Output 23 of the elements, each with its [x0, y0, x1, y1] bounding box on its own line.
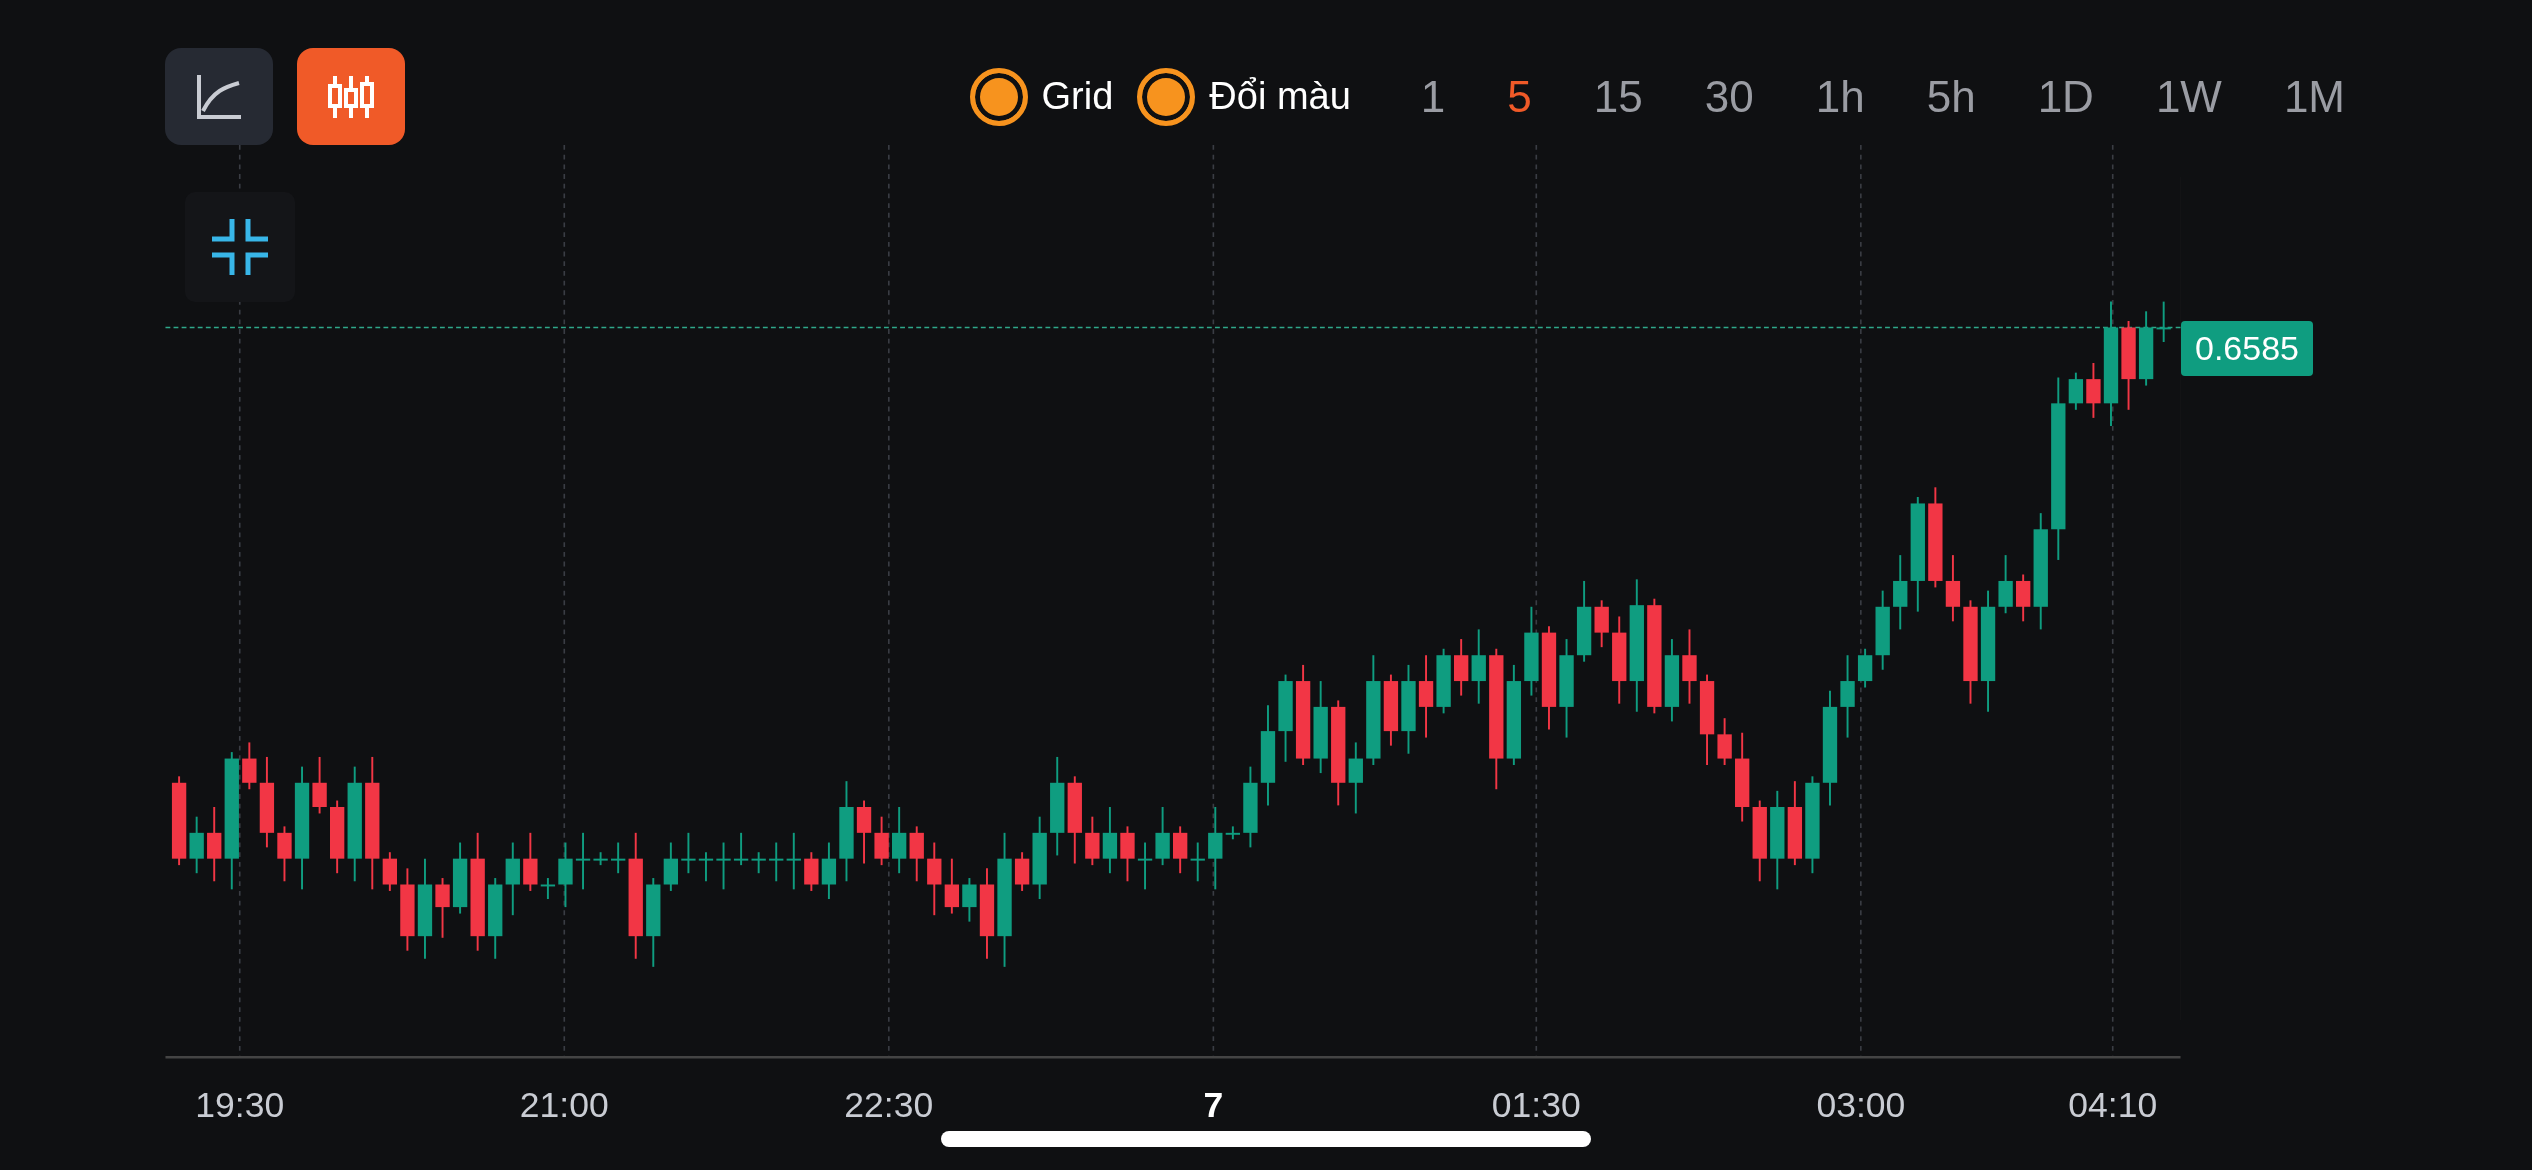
- collapse-icon[interactable]: [185, 192, 295, 302]
- time-label: 03:00: [1816, 1085, 1906, 1125]
- time-label: 21:00: [519, 1085, 609, 1125]
- interval-tab[interactable]: 15: [1593, 63, 1643, 130]
- time-label: 01:30: [1491, 1085, 1581, 1125]
- line-chart-icon: [195, 72, 243, 121]
- candlestick-button[interactable]: [297, 48, 405, 145]
- toggle-option[interactable]: Đổi màu: [1137, 67, 1351, 126]
- interval-tab[interactable]: 1M: [2283, 63, 2345, 130]
- interval-tab[interactable]: 30: [1704, 63, 1754, 130]
- line-chart-button[interactable]: [165, 48, 273, 145]
- time-label: 04:10: [2068, 1085, 2158, 1125]
- interval-tab[interactable]: 1: [1420, 63, 1446, 130]
- toggle-option[interactable]: Grid: [969, 67, 1114, 126]
- price-tag: 0.6585: [2181, 321, 2313, 376]
- interval-tab[interactable]: 5: [1507, 63, 1532, 130]
- interval-tab[interactable]: 1W: [2155, 63, 2222, 130]
- time-label: 7: [1203, 1085, 1224, 1125]
- time-label: 19:30: [195, 1085, 285, 1125]
- interval-tab[interactable]: 1h: [1815, 63, 1865, 130]
- interval-tab[interactable]: 1D: [2037, 63, 2094, 130]
- interval-tab[interactable]: 5h: [1926, 63, 1976, 130]
- time-label: 22:30: [844, 1085, 934, 1125]
